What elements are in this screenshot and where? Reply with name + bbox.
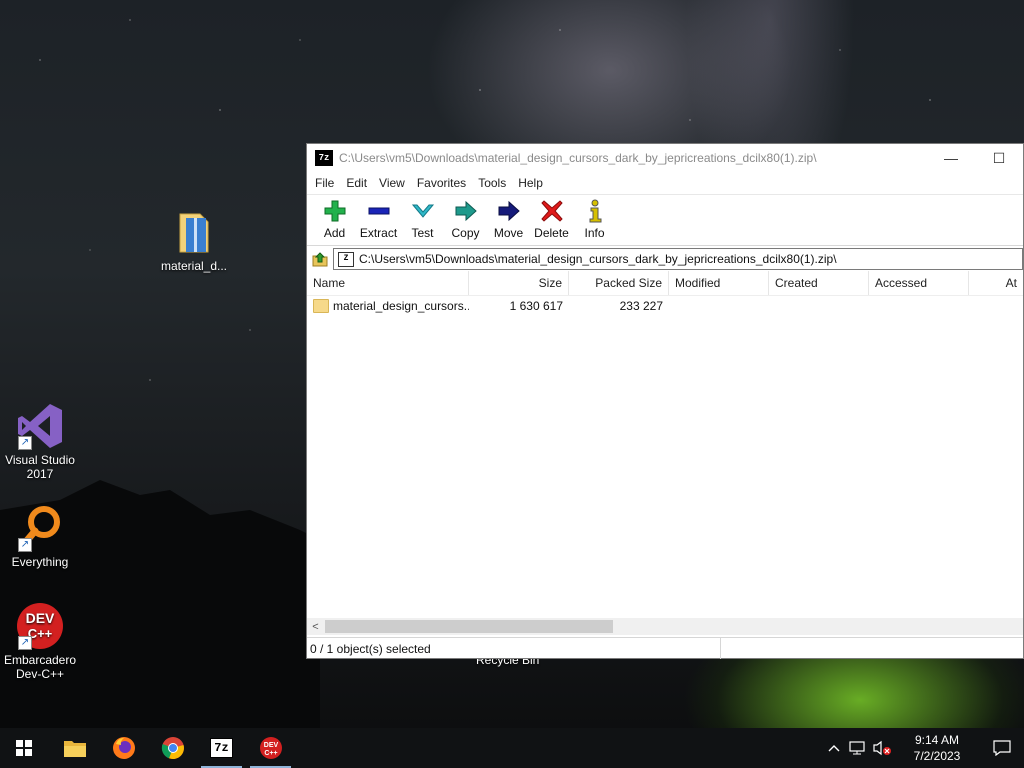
svg-text:DEV: DEV <box>26 610 55 626</box>
title-bar[interactable]: 7z C:\Users\vm5\Downloads\material_desig… <box>307 144 1023 172</box>
info-icon <box>589 199 601 223</box>
info-button[interactable]: Info <box>573 195 616 243</box>
taskbar-clock[interactable]: 9:14 AM 7/2/2023 <box>894 732 980 764</box>
add-button[interactable]: Add <box>313 195 356 243</box>
address-path: C:\Users\vm5\Downloads\material_design_c… <box>359 252 837 266</box>
devcpp-icon: DEV C++ ↗ <box>16 602 64 650</box>
column-packed-size[interactable]: Packed Size <box>569 271 669 295</box>
visual-studio-icon: ↗ <box>16 402 64 450</box>
system-tray: 9:14 AM 7/2/2023 <box>822 728 1024 768</box>
address-bar: Z C:\Users\vm5\Downloads\material_design… <box>307 245 1023 272</box>
row-size: 1 630 617 <box>509 299 563 313</box>
7zip-taskbar-icon: 7z <box>210 738 233 758</box>
taskbar: 7z DEV C++ 9:14 AM 7/2/2023 <box>0 728 1024 768</box>
extract-button[interactable]: Extract <box>356 195 401 243</box>
column-attributes[interactable]: At <box>969 271 1023 295</box>
menu-file[interactable]: File <box>309 176 340 190</box>
folder-zip-icon <box>170 208 218 256</box>
copy-button[interactable]: Copy <box>444 195 487 243</box>
maximize-button[interactable]: ☐ <box>975 144 1023 172</box>
chevron-up-icon <box>828 745 840 752</box>
devcpp-taskbar-icon: DEV C++ <box>259 737 282 759</box>
file-list[interactable]: Name Size Packed Size Modified Created A… <box>307 271 1023 620</box>
archive-icon: Z <box>338 251 354 267</box>
window-title: C:\Users\vm5\Downloads\material_design_c… <box>339 151 817 165</box>
everything-search-icon: ↗ <box>16 504 64 552</box>
taskbar-file-explorer[interactable] <box>50 728 99 768</box>
move-button[interactable]: Move <box>487 195 530 243</box>
up-folder-button[interactable] <box>307 247 333 271</box>
clock-time: 9:14 AM <box>914 733 960 747</box>
menu-tools[interactable]: Tools <box>472 176 512 190</box>
row-packed-size: 233 227 <box>619 299 663 313</box>
shortcut-arrow-icon: ↗ <box>18 436 32 450</box>
scroll-left-button[interactable]: < <box>307 618 324 635</box>
column-name[interactable]: Name <box>307 271 469 295</box>
desktop-icon-label: Embarcadero Dev-C++ <box>3 653 77 681</box>
svg-text:C++: C++ <box>264 750 277 757</box>
network-icon <box>849 741 865 755</box>
row-created <box>769 296 869 316</box>
column-modified[interactable]: Modified <box>669 271 769 295</box>
column-accessed[interactable]: Accessed <box>869 271 969 295</box>
shortcut-arrow-icon: ↗ <box>18 636 32 650</box>
shortcut-arrow-icon: ↗ <box>18 538 32 552</box>
row-accessed <box>869 296 969 316</box>
check-icon <box>411 204 434 218</box>
folder-up-icon <box>312 252 328 267</box>
firefox-icon <box>112 737 135 759</box>
row-name: material_design_cursors... <box>333 299 469 313</box>
x-icon <box>540 200 563 222</box>
7zip-app-icon: 7z <box>315 150 333 166</box>
column-header: Name Size Packed Size Modified Created A… <box>307 271 1023 296</box>
volume-muted-icon <box>873 740 891 756</box>
taskbar-chrome[interactable] <box>148 728 197 768</box>
file-explorer-icon <box>63 741 86 757</box>
desktop-icon-label: material_d... <box>160 259 228 273</box>
folder-icon <box>313 299 329 313</box>
notification-icon <box>993 740 1011 756</box>
horizontal-scrollbar[interactable]: < <box>307 618 1023 635</box>
address-input[interactable]: Z C:\Users\vm5\Downloads\material_design… <box>333 248 1023 270</box>
delete-button[interactable]: Delete <box>530 195 573 243</box>
desktop-icon-folder[interactable]: material_d... <box>154 208 234 273</box>
7zip-window: 7z C:\Users\vm5\Downloads\material_desig… <box>306 143 1024 659</box>
windows-logo-icon <box>16 740 32 756</box>
menu-view[interactable]: View <box>373 176 411 190</box>
taskbar-firefox[interactable] <box>99 728 148 768</box>
desktop-icon-devcpp[interactable]: DEV C++ ↗ Embarcadero Dev-C++ <box>0 602 80 681</box>
status-bar: 0 / 1 object(s) selected <box>307 637 1023 659</box>
menu-favorites[interactable]: Favorites <box>411 176 472 190</box>
minimize-button[interactable]: — <box>927 144 975 172</box>
chrome-icon <box>161 737 184 760</box>
menu-bar: File Edit View Favorites Tools Help <box>307 172 1023 194</box>
desktop-icon-everything[interactable]: ↗ Everything <box>0 504 80 569</box>
menu-edit[interactable]: Edit <box>340 176 373 190</box>
volume-button[interactable] <box>870 728 894 768</box>
taskbar-7zip[interactable]: 7z <box>197 728 246 768</box>
selection-status: 0 / 1 object(s) selected <box>307 638 721 659</box>
row-modified <box>669 296 769 316</box>
taskbar-devcpp[interactable]: DEV C++ <box>246 728 295 768</box>
plus-icon <box>324 200 345 222</box>
toolbar: Add Extract Test Copy Move Delete Info <box>307 194 1023 245</box>
svg-text:DEV: DEV <box>263 742 278 749</box>
table-row[interactable]: material_design_cursors... 1 630 617 233… <box>307 296 1023 316</box>
arrow-right-double-icon <box>455 200 477 222</box>
scroll-thumb[interactable] <box>325 620 613 633</box>
network-status-button[interactable] <box>846 728 870 768</box>
arrow-right-icon <box>498 200 520 222</box>
desktop-icon-label: Visual Studio 2017 <box>5 453 75 481</box>
desktop-icon-visual-studio[interactable]: ↗ Visual Studio 2017 <box>0 402 80 481</box>
show-hidden-icons-button[interactable] <box>822 728 846 768</box>
minus-icon <box>368 207 389 215</box>
action-center-button[interactable] <box>980 728 1024 768</box>
menu-help[interactable]: Help <box>512 176 549 190</box>
desktop-icon-label: Everything <box>11 555 69 569</box>
clock-date: 7/2/2023 <box>913 749 961 763</box>
column-created[interactable]: Created <box>769 271 869 295</box>
start-button[interactable] <box>0 728 48 768</box>
test-button[interactable]: Test <box>401 195 444 243</box>
column-size[interactable]: Size <box>469 271 569 295</box>
